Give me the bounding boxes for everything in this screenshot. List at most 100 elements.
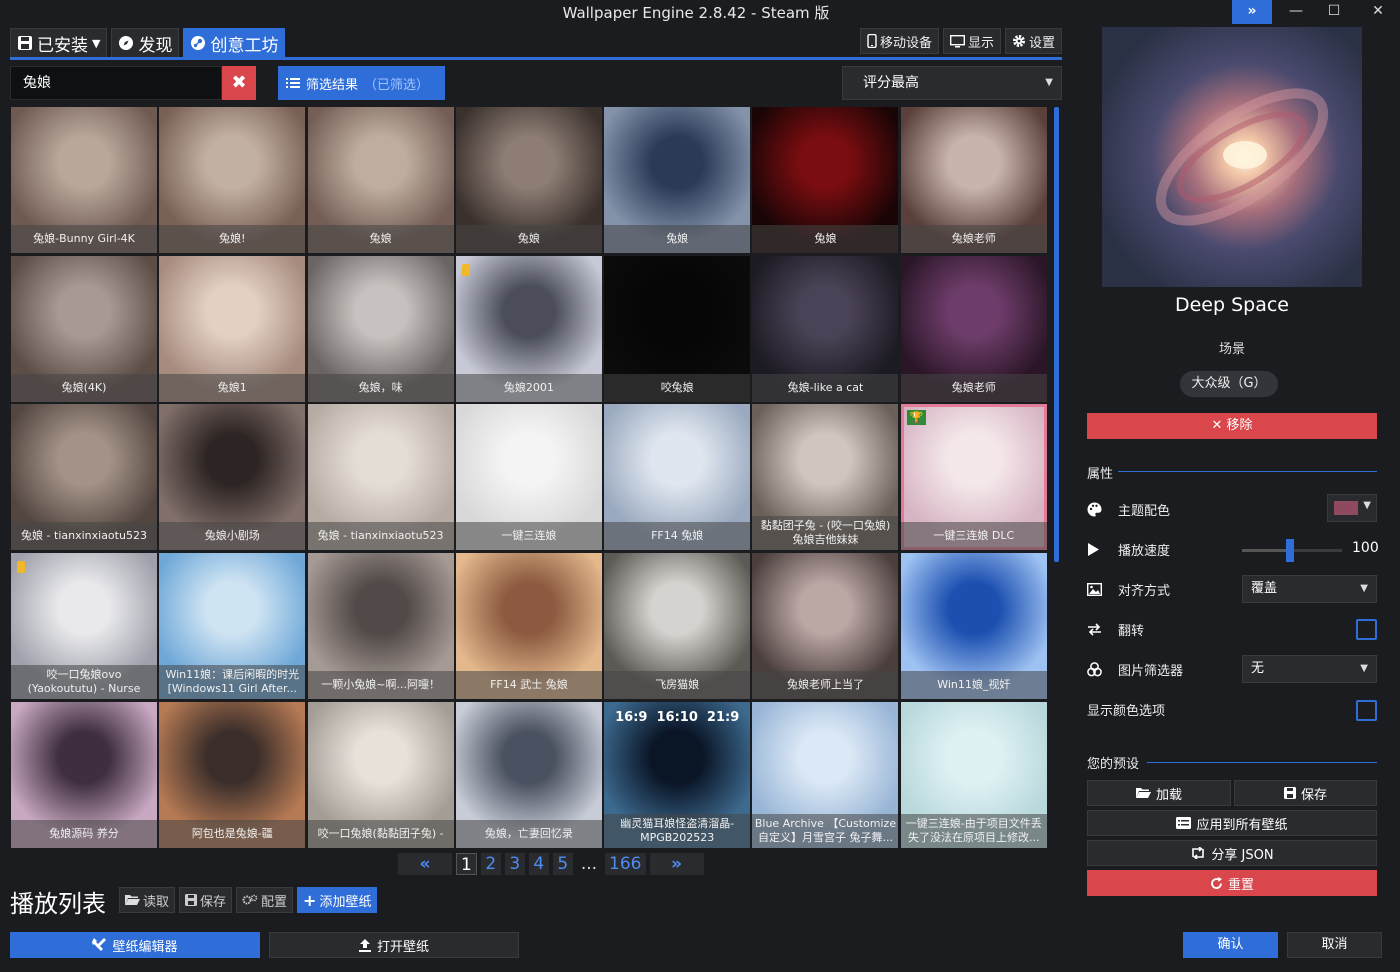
playlist-save-button[interactable]: 保存 (179, 887, 233, 913)
page-button-5[interactable]: 5 (552, 853, 573, 875)
wallpaper-tile[interactable]: 一颗小兔娘~啊...阿嚏！ (307, 553, 454, 700)
playback-speed-slider[interactable] (1242, 539, 1342, 562)
wallpaper-tile[interactable]: 兔娘源码 养分 (11, 701, 157, 848)
wallpaper-tile[interactable]: 阿包也是兔娘-疆 (159, 701, 306, 848)
tab-discover[interactable]: 发现 (111, 28, 180, 58)
wallpaper-title: 兔娘 (307, 225, 454, 253)
wallpaper-title: FF14 兔娘 (604, 522, 751, 551)
playlist-toolbar: 读取 保存 配置 + 添加壁纸 (119, 887, 378, 913)
wallpaper-tile[interactable]: 一键三连娘 (455, 404, 602, 551)
prev-page-button[interactable]: « (398, 853, 452, 875)
page-button-last[interactable]: 166 (605, 853, 646, 875)
page-button-1[interactable]: 1 (456, 853, 477, 875)
wallpaper-tile[interactable]: 兔娘-Bunny Girl-4K (11, 107, 157, 253)
wallpaper-tile[interactable]: 咬兔娘 (604, 255, 751, 402)
wallpaper-tile[interactable]: 一键三连娘-由于项目文件丢失了没法在原项目上修改... (900, 701, 1047, 848)
wallpaper-tile[interactable]: 兔娘老师上当了 (752, 553, 899, 700)
tab-installed[interactable]: 已安装 ▼ (10, 28, 108, 58)
wallpaper-tile[interactable]: 兔娘! (159, 107, 306, 253)
tab-workshop[interactable]: 创意工坊 (183, 28, 286, 58)
wallpaper-tile[interactable]: 兔娘，味 (307, 255, 454, 402)
reset-button[interactable]: 重置 (1087, 870, 1377, 896)
slider-fill (1242, 549, 1290, 552)
close-button[interactable]: ✕ (1358, 0, 1398, 24)
wallpaper-tile[interactable]: 兔娘，亡妻回忆录 (455, 701, 602, 848)
filter-status: （已筛选） (364, 77, 430, 93)
wallpaper-tile[interactable]: 飞房猫娘 (604, 553, 751, 700)
remove-button[interactable]: ✕ 移除 (1087, 413, 1377, 439)
search-input[interactable]: 兔娘 (10, 66, 222, 100)
apply-all-button[interactable]: 应用到所有壁纸 (1087, 810, 1377, 836)
alignment-select[interactable]: 覆盖 ▼ (1242, 575, 1377, 603)
wallpaper-tile[interactable]: FF14 兔娘 (604, 404, 751, 551)
sort-select[interactable]: 评分最高 ▼ (842, 66, 1062, 100)
wallpaper-title: 咬一口兔娘ovo (Yaokoututu) - Nurse (11, 665, 157, 700)
maximize-button[interactable]: ☐ (1314, 0, 1354, 24)
grid-scrollbar[interactable] (1054, 107, 1059, 562)
wallpaper-tile[interactable]: 兔娘 (307, 107, 454, 253)
page-button-3[interactable]: 3 (504, 853, 525, 875)
wallpaper-tile[interactable]: 🏆 一键三连娘 DLC (900, 404, 1047, 551)
wallpaper-tile[interactable]: Win11娘_视奸 (900, 553, 1047, 700)
wallpaper-tile[interactable]: Blue Archive 【Customize 自定义】月雪宫子 兔子舞... (752, 701, 899, 848)
wallpaper-tile[interactable]: 黏黏团子兔 - (咬一口兔娘) 兔娘吉他妹妹 (752, 404, 899, 551)
wallpaper-title: 兔娘 (604, 225, 751, 253)
flag-icon (17, 561, 25, 574)
preset-load-button[interactable]: 加载 (1087, 780, 1231, 806)
wallpaper-tile[interactable]: FF14 武士 兔娘 (455, 553, 602, 700)
image-filter-row: 图片筛选器 (1087, 657, 1183, 681)
wallpaper-tile[interactable]: 兔娘1 (159, 255, 306, 402)
playback-speed-row: 播放速度 (1087, 537, 1170, 561)
add-wallpaper-button[interactable]: + 添加壁纸 (297, 887, 378, 913)
folder-open-icon (1135, 787, 1151, 799)
wallpaper-tile[interactable]: 兔娘老师 (900, 107, 1047, 253)
expand-panel-button[interactable]: » (1232, 0, 1272, 24)
properties-header: 属性 (1087, 467, 1114, 482)
refresh-icon (1210, 876, 1223, 890)
playlist-config-button[interactable]: 配置 (236, 887, 294, 913)
wallpaper-tile[interactable]: 兔娘小剧场 (159, 404, 306, 551)
wallpaper-tile[interactable]: 咬一口兔娘(黏黏团子兔) - (307, 701, 454, 848)
flip-checkbox[interactable] (1356, 619, 1377, 640)
display-button[interactable]: 显示 (942, 28, 1001, 54)
settings-button[interactable]: 设置 (1004, 28, 1062, 54)
wallpaper-tile[interactable]: 兔娘老师 (900, 255, 1047, 402)
wallpaper-tile[interactable]: 兔娘 (752, 107, 899, 253)
preset-save-button[interactable]: 保存 (1234, 780, 1377, 806)
wallpaper-tile[interactable]: 兔娘 - tianxinxiaotu523 (307, 404, 454, 551)
wallpaper-tile[interactable]: 兔娘 (455, 107, 602, 253)
image-filter-select[interactable]: 无 ▼ (1242, 655, 1377, 683)
theme-color-picker[interactable]: ▼ (1327, 494, 1377, 522)
wallpaper-tile[interactable]: 16:9 16:10 21:9 幽灵猫耳娘怪盗清溜晶-MPGB202523 (604, 701, 751, 848)
wallpaper-tile[interactable]: 兔娘-like a cat (752, 255, 899, 402)
cancel-button[interactable]: 取消 (1287, 932, 1382, 958)
minimize-button[interactable]: — (1276, 0, 1316, 24)
page-button-4[interactable]: 4 (528, 853, 549, 875)
playlist-load-label: 读取 (143, 894, 170, 910)
clear-search-button[interactable]: ✖ (222, 66, 256, 100)
slider-handle[interactable] (1286, 539, 1294, 562)
wallpaper-tile[interactable]: 兔娘 - tianxinxiaotu523 (11, 404, 157, 551)
wallpaper-tile[interactable]: Win11娘：课后闲暇的时光 [Windows11 Girl After... (159, 553, 306, 700)
show-color-checkbox[interactable] (1356, 700, 1377, 721)
wallpaper-tile[interactable]: 兔娘2001 (455, 255, 602, 402)
caret-down-icon: ▼ (1045, 77, 1053, 88)
wallpaper-tile[interactable]: 咬一口兔娘ovo (Yaokoututu) - Nurse (11, 553, 157, 700)
filter-results-button[interactable]: 筛选结果 （已筛选） (278, 66, 445, 100)
wallpaper-editor-button[interactable]: 壁纸编辑器 (10, 932, 260, 958)
wallpaper-tile[interactable]: 兔娘 (604, 107, 751, 253)
page-button-2[interactable]: 2 (480, 853, 501, 875)
gear-icon (1012, 34, 1026, 48)
playlist-title: 播放列表 (10, 890, 106, 918)
wallpaper-tile[interactable]: 兔娘(4K) (11, 255, 157, 402)
open-wallpaper-button[interactable]: 打开壁纸 (269, 932, 519, 958)
mobile-device-button[interactable]: 移动设备 (859, 28, 939, 54)
image-filter-value: 无 (1251, 661, 1265, 676)
wallpaper-title: 兔娘2001 (455, 373, 602, 402)
playlist-save-label: 保存 (200, 894, 227, 910)
playback-speed-label: 播放速度 (1118, 543, 1171, 559)
playlist-load-button[interactable]: 读取 (119, 887, 176, 913)
next-page-button[interactable]: » (649, 853, 704, 875)
share-json-button[interactable]: 分享 JSON (1087, 840, 1377, 866)
confirm-button[interactable]: 确认 (1183, 932, 1278, 958)
